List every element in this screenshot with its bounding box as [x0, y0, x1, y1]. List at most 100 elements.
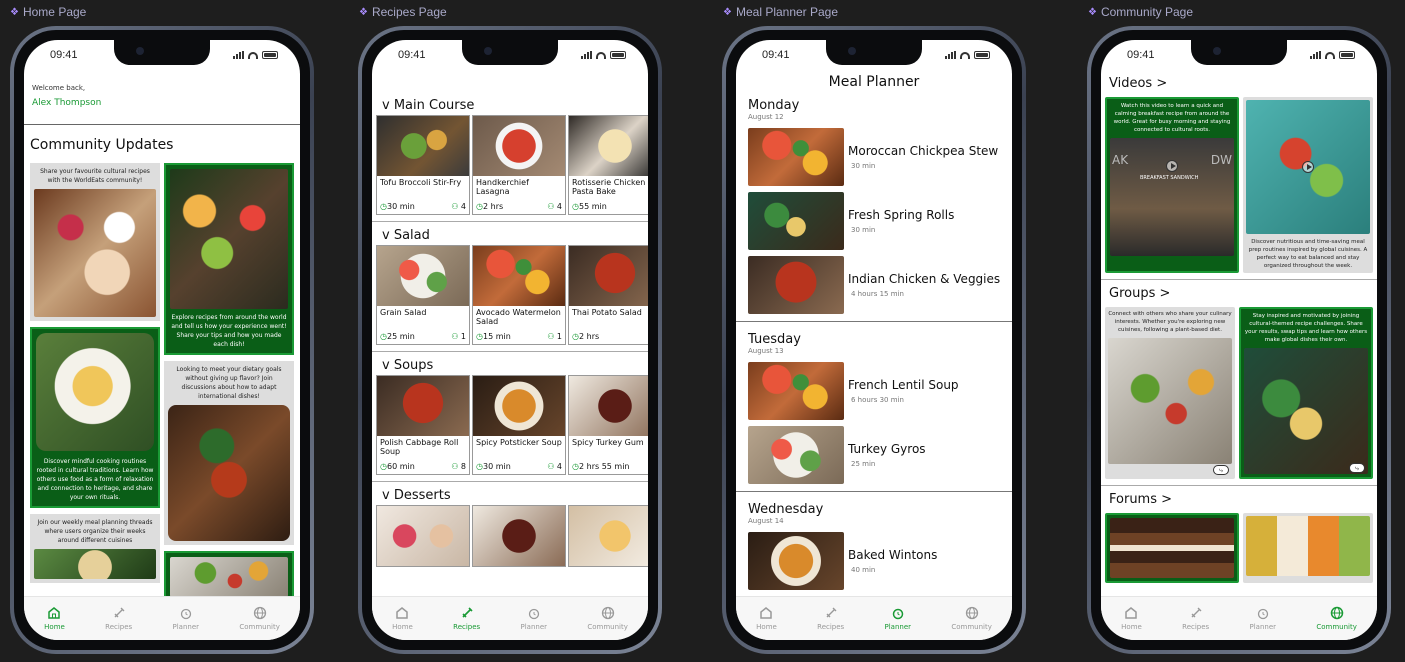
recipe-image — [473, 246, 565, 306]
community-card[interactable] — [164, 551, 294, 596]
card-image — [36, 333, 154, 451]
tab-label: Recipes — [817, 622, 845, 631]
recipe-card[interactable]: Thai Potato Salad ◷2 hrs — [568, 245, 648, 345]
tab-recipes[interactable]: Recipes — [453, 605, 480, 631]
meal-item[interactable]: French Lentil Soup 6 hours 30 min — [736, 359, 1012, 423]
groups-link[interactable]: Groups > — [1101, 280, 1377, 307]
play-icon[interactable] — [1166, 160, 1178, 172]
tab-recipes[interactable]: Recipes — [105, 605, 132, 631]
video-card[interactable]: Watch this video to learn a quick and ca… — [1105, 97, 1239, 273]
recipe-card[interactable]: Handkerchief Lasagna ◷2 hrs ⚇ 4 — [472, 115, 566, 215]
video-thumbnail — [1246, 100, 1370, 234]
videos-link[interactable]: Videos > — [1101, 70, 1377, 97]
tab-community[interactable]: Community — [587, 605, 628, 631]
home-icon — [1123, 605, 1139, 621]
signal-icon — [233, 51, 244, 59]
meal-time: 30 min — [851, 226, 876, 234]
play-icon[interactable] — [1302, 161, 1314, 173]
user-name: Alex Thompson — [32, 98, 102, 108]
card-image — [34, 189, 156, 317]
community-card[interactable]: Explore recipes from around the world an… — [164, 163, 294, 355]
planner-screen: 09:41 Meal Planner Monday August 12 Moro… — [736, 40, 1012, 640]
meal-item[interactable]: Turkey Gyros 25 min — [736, 423, 1012, 487]
tab-label: Home — [392, 622, 413, 631]
tab-planner[interactable]: Planner — [884, 605, 912, 631]
tab-label: Planner — [1249, 622, 1277, 631]
globe-icon — [252, 605, 268, 621]
recipe-card[interactable]: Grain Salad ◷25 min ⚇ 1 — [376, 245, 470, 345]
tab-label: Planner — [884, 622, 912, 631]
category-desserts[interactable]: v Desserts — [372, 482, 648, 505]
tab-community[interactable]: Community — [239, 605, 280, 631]
home-screen: 09:41 Welcome back, Alex Thompson Commun… — [24, 40, 300, 640]
frame-label-community: ❖ Community Page — [1088, 5, 1193, 19]
recipes-screen: 09:41 v Main Course Tofu Broccoli Stir-F… — [372, 40, 648, 640]
card-image — [168, 405, 290, 541]
forums-link[interactable]: Forums > — [1101, 486, 1377, 513]
community-card[interactable]: Looking to meet your dietary goals witho… — [164, 361, 294, 545]
recipe-card[interactable]: Tofu Broccoli Stir-Fry ◷30 min ⚇ 4 — [376, 115, 470, 215]
tab-recipes[interactable]: Recipes — [1182, 605, 1209, 631]
recipe-time: 55 min — [578, 202, 607, 211]
notch — [826, 40, 922, 65]
share-icon[interactable]: ⤷ — [1213, 465, 1229, 475]
recipe-time: 30 min — [482, 462, 511, 471]
share-icon[interactable]: ⤷ — [1349, 463, 1365, 473]
forum-card[interactable] — [1105, 513, 1239, 583]
recipe-card[interactable] — [376, 505, 470, 567]
recipe-card[interactable]: Rotisserie Chicken Pasta Bake ◷55 min — [568, 115, 648, 215]
tab-label: Community — [1316, 622, 1357, 631]
person-icon: ⚇ — [547, 202, 555, 211]
status-time: 09:41 — [762, 49, 790, 61]
tab-planner[interactable]: Planner — [1249, 605, 1277, 631]
frame-label-text: Recipes Page — [371, 5, 447, 19]
meal-name: Turkey Gyros — [848, 442, 926, 456]
card-text: Share your favourite cultural recipes wi… — [40, 168, 150, 184]
category-soups[interactable]: v Soups — [372, 352, 648, 375]
recipe-image — [377, 506, 469, 566]
recipe-name: Rotisserie Chicken Pasta Bake — [572, 178, 646, 196]
meal-image — [748, 128, 844, 186]
forum-card[interactable] — [1243, 513, 1373, 583]
tab-planner[interactable]: Planner — [173, 605, 199, 631]
recipe-time: 15 min — [482, 332, 511, 341]
tab-bar: Home Recipes Planner Community — [372, 596, 648, 640]
tab-community[interactable]: Community — [951, 605, 992, 631]
recipe-time: 2 hrs — [482, 202, 504, 211]
community-card[interactable]: Share your favourite cultural recipes wi… — [30, 163, 160, 321]
tab-planner[interactable]: Planner — [521, 605, 547, 631]
notch — [462, 40, 558, 65]
tab-label: Home — [44, 622, 65, 631]
person-icon: ⚇ — [451, 462, 459, 471]
recipe-card[interactable] — [568, 505, 648, 567]
tab-recipes[interactable]: Recipes — [817, 605, 844, 631]
status-time: 09:41 — [50, 49, 78, 61]
meal-item[interactable]: Baked Wintons 40 min — [736, 529, 1012, 593]
tab-home[interactable]: Home — [392, 605, 413, 631]
person-icon: ⚇ — [451, 332, 459, 341]
divider — [736, 321, 1012, 322]
meal-item[interactable]: Moroccan Chickpea Stew 30 min — [736, 125, 1012, 189]
tab-home[interactable]: Home — [1121, 605, 1142, 631]
group-card[interactable]: Connect with others who share your culin… — [1105, 307, 1235, 479]
group-card[interactable]: Stay inspired and motivated by joining c… — [1239, 307, 1373, 479]
video-card[interactable]: Discover nutritious and time-saving meal… — [1243, 97, 1373, 273]
community-card[interactable]: Join our weekly meal planning threads wh… — [30, 514, 160, 583]
tab-community[interactable]: Community — [1316, 605, 1357, 631]
tab-home[interactable]: Home — [756, 605, 777, 631]
recipe-card[interactable]: Polish Cabbage Roll Soup ◷60 min ⚇ 8 — [376, 375, 470, 475]
tab-home[interactable]: Home — [44, 605, 65, 631]
recipe-card[interactable]: Spicy Turkey Gum ◷2 hrs 55 min — [568, 375, 648, 475]
community-card[interactable]: Discover mindful cooking routines rooted… — [30, 327, 160, 508]
recipe-image — [569, 116, 648, 176]
recipe-card[interactable]: Spicy Potsticker Soup ◷30 min ⚇ 4 — [472, 375, 566, 475]
recipe-card[interactable]: Avocado Watermelon Salad ◷15 min ⚇ 1 — [472, 245, 566, 345]
signal-icon — [581, 51, 592, 59]
phone-home: 09:41 Welcome back, Alex Thompson Commun… — [10, 26, 314, 654]
category-main-course[interactable]: v Main Course — [372, 92, 648, 115]
meal-item[interactable]: Fresh Spring Rolls 30 min — [736, 189, 1012, 253]
battery-icon — [262, 51, 278, 59]
recipe-card[interactable] — [472, 505, 566, 567]
category-salad[interactable]: v Salad — [372, 222, 648, 245]
meal-item[interactable]: Indian Chicken & Veggies 4 hours 15 min — [736, 253, 1012, 317]
